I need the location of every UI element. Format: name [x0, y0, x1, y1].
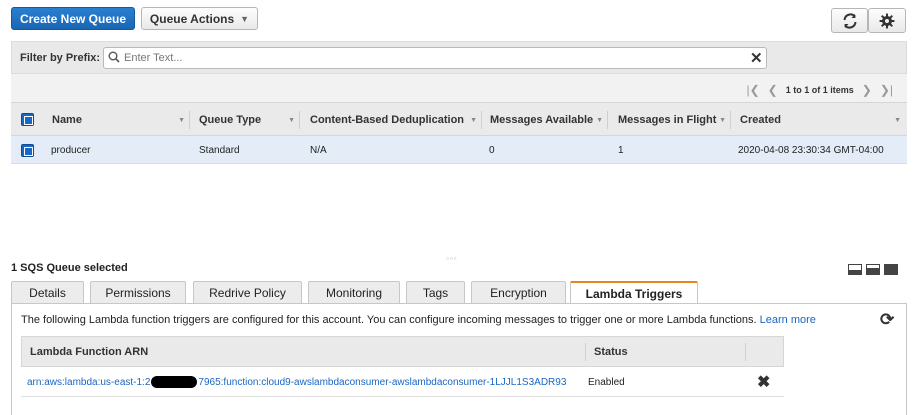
row-checkbox[interactable] — [21, 144, 34, 157]
lambda-info-text: The following Lambda function triggers a… — [21, 314, 816, 326]
sort-icon: ▼ — [596, 116, 603, 124]
next-page-icon[interactable]: ❯ — [862, 83, 872, 97]
tab-monitoring[interactable]: Monitoring — [308, 281, 400, 303]
lambda-arn-suffix: 7965:function:cloud9-awslambdaconsumer-a… — [198, 376, 567, 388]
column-header-name-label: Name — [52, 114, 82, 126]
column-header-messages-in-flight-label: Messages in Flight — [618, 114, 717, 126]
refresh-button[interactable] — [831, 8, 868, 33]
redaction-mark — [151, 376, 198, 388]
tab-encryption[interactable]: Encryption — [471, 281, 566, 303]
column-header-created[interactable]: Created ▼ — [740, 103, 905, 137]
sort-icon: ▼ — [719, 116, 726, 124]
created-cell: 2020-04-08 23:30:34 GMT-04:00 — [738, 144, 884, 156]
messages-in-flight-cell: 1 — [618, 144, 624, 156]
tab-permissions-label: Permissions — [105, 285, 171, 300]
tab-monitoring-label: Monitoring — [325, 285, 383, 300]
search-icon — [108, 51, 120, 63]
queue-name-cell: producer — [51, 144, 91, 156]
column-header-messages-in-flight[interactable]: Messages in Flight ▼ — [618, 103, 730, 137]
column-header-messages-available-label: Messages Available — [490, 114, 594, 126]
selection-count: 1 SQS Queue selected — [11, 262, 128, 274]
tab-encryption-label: Encryption — [490, 285, 547, 300]
chevron-down-icon: ▼ — [240, 13, 250, 24]
layout-bottom-half-icon[interactable] — [866, 264, 880, 275]
column-divider — [481, 111, 482, 129]
filter-input[interactable] — [122, 50, 742, 66]
tab-tags[interactable]: Tags — [406, 281, 465, 303]
column-divider — [730, 111, 731, 129]
sort-icon: ▼ — [288, 116, 295, 124]
create-new-queue-button[interactable]: Create New Queue — [11, 7, 135, 30]
column-header-queue-type[interactable]: Queue Type ▼ — [199, 103, 299, 137]
filter-label: Filter by Prefix: — [20, 52, 101, 64]
lambda-arn-link[interactable]: arn:aws:lambda:us-east-1:2 7965:function:… — [27, 367, 566, 397]
table-row[interactable]: producer Standard N/A 0 1 2020-04-08 23:… — [11, 136, 907, 164]
lambda-info-body: The following Lambda function triggers a… — [21, 314, 757, 326]
sort-icon: ▼ — [178, 116, 185, 124]
refresh-icon[interactable]: ⟳ — [880, 310, 894, 330]
first-page-icon[interactable]: |❮ — [747, 83, 760, 97]
layout-bottom-full-icon[interactable] — [884, 264, 898, 275]
column-divider — [607, 111, 608, 129]
column-divider — [585, 343, 586, 361]
sort-icon: ▼ — [470, 116, 477, 124]
column-divider — [299, 111, 300, 129]
layout-toggle-group — [848, 264, 898, 275]
prev-page-icon[interactable]: ❮ — [768, 83, 778, 97]
select-all-checkbox[interactable] — [21, 113, 34, 126]
dedup-cell: N/A — [310, 144, 327, 156]
filter-bar: Filter by Prefix: ✕ — [11, 41, 907, 74]
column-header-status: Status — [594, 345, 628, 358]
queue-type-cell: Standard — [199, 144, 240, 156]
panel-resize-handle[interactable]: ▫▫▫ — [446, 254, 458, 263]
lambda-table-header: Lambda Function ARN Status — [21, 336, 784, 367]
last-page-icon[interactable]: ❯| — [880, 83, 893, 97]
column-divider — [745, 343, 746, 361]
learn-more-link[interactable]: Learn more — [760, 314, 816, 326]
lambda-status-cell: Enabled — [588, 376, 625, 388]
column-header-dedup[interactable]: Content-Based Deduplication ▼ — [310, 103, 481, 137]
create-new-queue-label: Create New Queue — [19, 11, 127, 26]
pager-text: 1 to 1 of 1 items — [785, 85, 854, 95]
tab-details[interactable]: Details — [11, 281, 84, 303]
queue-actions-label: Queue Actions — [149, 11, 235, 26]
settings-button[interactable] — [868, 8, 906, 33]
lambda-triggers-panel: The following Lambda function triggers a… — [11, 303, 907, 415]
queue-actions-button[interactable]: Queue Actions ▼ — [141, 7, 258, 30]
queue-table-header: Name ▼ Queue Type ▼ Content-Based Dedupl… — [11, 102, 907, 136]
tab-lambda-triggers-label: Lambda Triggers — [585, 286, 683, 301]
tab-lambda-triggers[interactable]: Lambda Triggers — [570, 281, 698, 304]
sort-icon: ▼ — [894, 116, 901, 124]
tab-redrive-policy[interactable]: Redrive Policy — [193, 281, 302, 303]
column-header-queue-type-label: Queue Type — [199, 114, 262, 126]
tab-redrive-policy-label: Redrive Policy — [209, 285, 286, 300]
column-header-dedup-label: Content-Based Deduplication — [310, 114, 465, 126]
lambda-arn-prefix: arn:aws:lambda:us-east-1:2 — [27, 376, 151, 388]
messages-available-cell: 0 — [489, 144, 495, 156]
pagination: |❮ ❮ 1 to 1 of 1 items ❯ ❯| — [747, 83, 894, 97]
pager-bar: |❮ ❮ 1 to 1 of 1 items ❯ ❯| — [11, 74, 907, 102]
filter-input-box[interactable]: ✕ — [103, 47, 767, 69]
tab-tags-label: Tags — [422, 285, 449, 300]
column-header-created-label: Created — [740, 114, 781, 126]
tab-details-label: Details — [29, 285, 66, 300]
close-icon[interactable]: ✕ — [750, 49, 763, 67]
tab-permissions[interactable]: Permissions — [90, 281, 186, 303]
column-header-name[interactable]: Name ▼ — [52, 103, 189, 137]
close-icon[interactable]: ✖ — [757, 367, 770, 397]
lambda-table-row: arn:aws:lambda:us-east-1:2 7965:function:… — [21, 367, 784, 397]
column-header-lambda-arn: Lambda Function ARN — [30, 345, 149, 358]
layout-bottom-small-icon[interactable] — [848, 264, 862, 275]
refresh-icon — [843, 13, 856, 28]
column-header-messages-available[interactable]: Messages Available ▼ — [490, 103, 607, 137]
column-divider — [189, 111, 190, 129]
gear-icon — [879, 13, 895, 28]
